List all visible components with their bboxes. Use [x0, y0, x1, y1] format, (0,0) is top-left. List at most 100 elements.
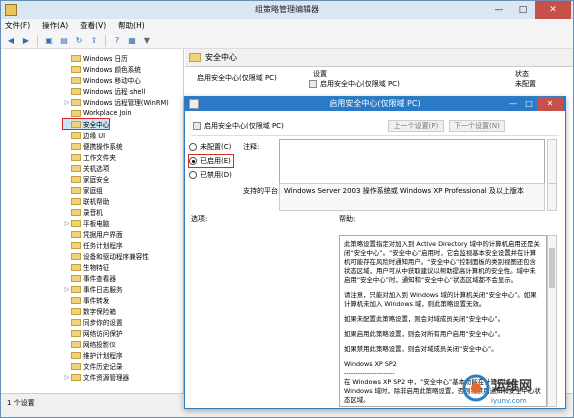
tree-item-label: 文件历史记录	[83, 363, 123, 371]
tree-item[interactable]: Windows 远程 shell	[63, 86, 145, 96]
tree-item[interactable]: 网络投影仪	[63, 339, 116, 349]
tree-item[interactable]: 家庭组	[63, 185, 103, 195]
window-title: 组策略管理编辑器	[255, 5, 319, 14]
platform-scrollbar[interactable]	[547, 183, 557, 211]
back-icon[interactable]: ◀	[5, 35, 17, 47]
comment-textarea[interactable]	[279, 139, 545, 185]
dialog-title: 启用安全中心(仅限域 PC)	[329, 99, 421, 108]
setting-row[interactable]: 启用安全中心(仅限域 PC)	[309, 79, 509, 89]
dialog-maximize-button[interactable]: □	[521, 97, 537, 111]
tree-item[interactable]: Windows 移动中心	[63, 75, 141, 85]
tree-item[interactable]: 维护计划程序	[63, 350, 123, 360]
comment-scrollbar[interactable]	[547, 139, 557, 185]
filter-icon[interactable]: ▼	[141, 35, 153, 47]
folder-icon	[71, 318, 81, 326]
close-button[interactable]: ✕	[535, 1, 571, 19]
previous-setting-button[interactable]: 上一个设置(P)	[388, 120, 444, 132]
tree-item[interactable]: 便携操作系统	[63, 141, 123, 151]
tree-item[interactable]: 家庭安全	[63, 174, 109, 184]
forward-icon[interactable]: ▶	[20, 35, 32, 47]
dialog-minimize-button[interactable]: —	[505, 97, 521, 111]
show-hide-icon[interactable]: ▤	[58, 35, 70, 47]
tree-item[interactable]: 文件历史记录	[63, 361, 123, 371]
tree-item[interactable]: ▷ Windows 远程管理(WinRM)	[63, 97, 169, 107]
app-icon	[5, 4, 17, 16]
minimize-button[interactable]: —	[487, 1, 511, 19]
export-icon[interactable]: ⇪	[88, 35, 100, 47]
tree-item[interactable]: ▷ 平板电脑	[63, 218, 109, 228]
help-icon[interactable]: ?	[111, 35, 123, 47]
radio-not-configured[interactable]: 未配置(C)	[189, 141, 231, 153]
menu-action[interactable]: 操作(A)	[42, 19, 68, 33]
folder-icon	[71, 219, 81, 227]
tree-item-label: Windows 远程 shell	[83, 88, 146, 96]
setting-name: 启用安全中心(仅限域 PC)	[204, 122, 284, 130]
tree-item[interactable]: 数字保险箱	[63, 306, 116, 316]
radio-disabled[interactable]: 已禁用(D)	[189, 169, 232, 181]
folder-icon	[71, 186, 81, 194]
tree-item[interactable]: Windows 颜色系统	[63, 64, 141, 74]
setting-row-state: 未配置	[515, 80, 536, 88]
tree-item[interactable]: ▷ 事件日志服务	[63, 284, 123, 294]
tree-item[interactable]: 工作文件夹	[63, 152, 116, 162]
up-folder-icon[interactable]: ▣	[43, 35, 55, 47]
tree-item[interactable]: 任务计划程序	[63, 240, 123, 250]
tree-item-label: 数字保险箱	[83, 308, 116, 316]
tree-item-label: Windows 颜色系统	[83, 66, 141, 74]
tree-item[interactable]: Workplace Join	[63, 108, 132, 118]
window-title-bar: 组策略管理编辑器 — □ ✕	[1, 1, 573, 19]
folder-icon	[71, 87, 81, 95]
dialog-icon	[189, 99, 199, 109]
tree-item[interactable]: 同步你的设置	[63, 317, 123, 327]
scrollbar-thumb[interactable]	[549, 248, 555, 288]
tree-item[interactable]: 联机帮助	[63, 196, 109, 206]
tree-item[interactable]: ▷ 文件资源管理器	[63, 372, 129, 382]
tree-item[interactable]: 设备和驱动程序兼容性	[63, 251, 149, 261]
toolbar-separator	[105, 34, 106, 47]
dialog-close-button[interactable]: ✕	[537, 97, 563, 111]
next-setting-button[interactable]: 下一个设置(N)	[449, 120, 505, 132]
folder-icon	[71, 54, 81, 62]
dialog-title-bar: 启用安全中心(仅限域 PC) — □ ✕	[185, 97, 565, 111]
expand-arrow-icon[interactable]: ▷	[63, 99, 71, 106]
tree-item-label: 网络投影仪	[83, 341, 116, 349]
tree-item[interactable]: Windows 日历	[63, 53, 128, 63]
expand-arrow-icon[interactable]: ▷	[63, 220, 71, 227]
policy-setting-icon	[193, 122, 201, 130]
tree-item-label: 联机帮助	[83, 198, 110, 206]
folder-icon	[71, 208, 81, 216]
folder-icon	[71, 373, 81, 381]
folder-icon	[71, 120, 81, 128]
column-header-state[interactable]: 状态	[515, 69, 529, 79]
folder-icon	[71, 362, 81, 370]
menu-view[interactable]: 查看(V)	[80, 19, 106, 33]
radio-circle	[189, 171, 197, 179]
tree-item-label: 关机选项	[83, 165, 110, 173]
navigation-tree: Windows 日历 Windows 颜色系统 Windows 移动中心 Window…	[1, 49, 184, 393]
menu-help[interactable]: 帮助(H)	[118, 19, 145, 33]
tree-item-label: 边缘 UI	[83, 132, 106, 140]
properties-icon[interactable]: ▦	[126, 35, 138, 47]
refresh-icon[interactable]: ↻	[73, 35, 85, 47]
expand-arrow-icon[interactable]: ▷	[63, 374, 71, 381]
tree-item[interactable]: 关机选项	[63, 163, 109, 173]
tree-item-label: Windows 远程管理(WinRM)	[83, 99, 169, 107]
tree-item[interactable]: 边缘 UI	[63, 130, 105, 140]
tree-item[interactable]: 事件查看器	[63, 273, 116, 283]
tree-item[interactable]: 生物特征	[63, 262, 109, 272]
setting-name-row: 启用安全中心(仅限域 PC)	[193, 121, 284, 131]
radio-enabled[interactable]: 已启用(E)	[188, 154, 234, 168]
help-label: 帮助:	[339, 215, 356, 223]
folder-icon	[189, 53, 201, 62]
tree-item[interactable]: 安全中心	[61, 118, 111, 130]
menu-file[interactable]: 文件(F)	[5, 19, 30, 33]
tree-item[interactable]: 凭据用户界面	[63, 229, 123, 239]
column-header-setting[interactable]: 设置	[313, 69, 327, 79]
tree-item[interactable]: 事件转发	[63, 295, 109, 305]
pane-header: 安全中心	[185, 49, 573, 67]
policy-setting-icon	[309, 80, 317, 88]
tree-item[interactable]: 网络访问保护	[63, 328, 123, 338]
maximize-button[interactable]: □	[511, 1, 535, 19]
tree-item[interactable]: 录音机	[63, 207, 103, 217]
expand-arrow-icon[interactable]: ▷	[63, 286, 71, 293]
